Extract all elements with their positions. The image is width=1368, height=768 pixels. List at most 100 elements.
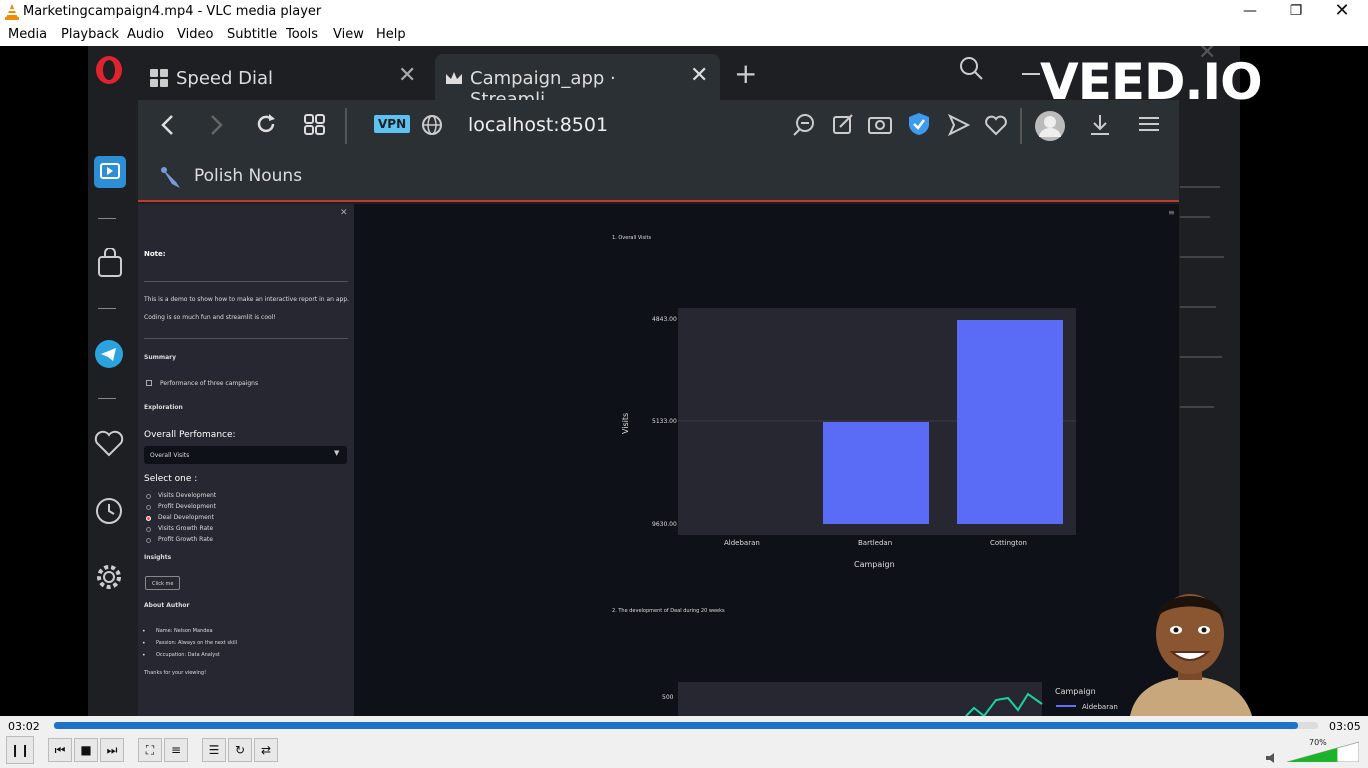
bookmark-polish-nouns[interactable]: Polish Nouns xyxy=(194,166,302,186)
playlist-button[interactable]: ☰ xyxy=(202,738,226,762)
tab-speed-dial-label: Speed Dial xyxy=(176,68,274,89)
favorites-heart-icon[interactable] xyxy=(984,114,1008,136)
adblock-shield-icon[interactable] xyxy=(908,112,930,136)
next-button[interactable]: ⏭ xyxy=(100,738,124,762)
volume-percentage: 70% xyxy=(1309,738,1327,747)
tab-speed-dial[interactable]: Speed Dial ✕ xyxy=(138,54,430,100)
browser-minimize-icon[interactable] xyxy=(1022,73,1040,75)
divider xyxy=(98,398,116,399)
restore-button[interactable]: ❐ xyxy=(1273,0,1319,24)
veed-watermark: VEED.IO xyxy=(1040,53,1263,111)
player-controls: 03:02 03:05 ❙❙ ⏮ ■ ⏭ ⛶ ≡ ☰ ↻ ⇄ 70% xyxy=(0,716,1368,768)
y-axis-label: Visits xyxy=(621,413,630,434)
menu-help[interactable]: Help xyxy=(376,27,406,42)
overlay-line xyxy=(1180,256,1224,258)
presenter-avatar xyxy=(1130,594,1252,716)
settings-gear-icon[interactable] xyxy=(94,562,124,592)
bar-cottington xyxy=(957,320,1063,524)
toolbar-separator xyxy=(345,108,347,144)
speed-dial-icon xyxy=(150,69,168,87)
extended-settings-button[interactable]: ≡ xyxy=(164,738,188,762)
chart2-legend-title: Campaign xyxy=(1055,687,1096,696)
tab-campaign-app[interactable]: Campaign_app · Streamli ✕ xyxy=(435,54,720,110)
title-bar: Marketingcampaign4.mp4 - VLC media playe… xyxy=(0,0,1368,24)
heart-icon[interactable] xyxy=(94,429,124,457)
menu-tools[interactable]: Tools xyxy=(286,27,318,42)
shopping-bag-icon[interactable] xyxy=(96,248,124,278)
speaker-icon[interactable] xyxy=(1265,752,1279,764)
streamlit-page: ✕ Note: This is a demo to show how to ma… xyxy=(138,204,1179,716)
total-time: 03:05 xyxy=(1329,720,1361,733)
menu-audio[interactable]: Audio xyxy=(127,27,164,42)
vpn-badge[interactable]: VPN xyxy=(374,115,411,133)
bookmark-bird-icon xyxy=(161,167,180,188)
bar-chart-overall-visits: 4843.00 5133.00 9630.00 Aldebaran Bartle… xyxy=(621,308,1118,716)
close-button[interactable]: ✕ xyxy=(1319,0,1365,24)
tab-close-icon[interactable]: ✕ xyxy=(398,63,416,88)
download-icon[interactable] xyxy=(1088,113,1112,137)
fullscreen-button[interactable]: ⛶ xyxy=(138,738,162,762)
avatar-pupil xyxy=(1173,627,1179,633)
browser-toolbar: VPN localhost:8501 xyxy=(138,100,1179,152)
overlay-line xyxy=(1180,306,1216,308)
globe-icon[interactable] xyxy=(421,114,443,136)
snapshot-camera-icon[interactable] xyxy=(868,114,892,134)
x-tick-label: Bartledan xyxy=(858,539,892,547)
address-field[interactable]: localhost:8501 xyxy=(468,114,608,136)
seek-bar-fill xyxy=(54,722,1298,729)
easy-setup-icon[interactable] xyxy=(1138,114,1160,134)
vlc-cone-icon xyxy=(5,4,19,20)
menu-subtitle[interactable]: Subtitle xyxy=(227,27,277,42)
tabs-grid-icon[interactable] xyxy=(304,114,326,136)
y-tick-label: 9630.00 xyxy=(652,521,677,528)
menu-playback[interactable]: Playback xyxy=(61,27,119,42)
avatar-shirt xyxy=(1130,676,1252,716)
reload-icon[interactable] xyxy=(254,112,278,136)
recorded-browser: Speed Dial ✕ Campaign_app · Streamli ✕ +… xyxy=(88,46,1240,716)
opera-sidebar xyxy=(88,46,138,716)
x-tick-label: Aldebaran xyxy=(724,539,760,547)
volume-slider[interactable]: 70% xyxy=(1286,738,1360,763)
background-code-overlay xyxy=(1180,156,1240,456)
new-tab-icon[interactable]: + xyxy=(734,60,757,88)
previous-button[interactable]: ⏮ xyxy=(48,738,72,762)
menu-video[interactable]: Video xyxy=(177,27,213,42)
overlay-line xyxy=(1180,186,1220,188)
pause-button[interactable]: ❙❙ xyxy=(6,736,34,764)
menu-media[interactable]: Media xyxy=(8,27,47,42)
seek-bar[interactable] xyxy=(54,722,1318,729)
video-area[interactable]: Speed Dial ✕ Campaign_app · Streamli ✕ +… xyxy=(0,46,1368,716)
bookmarks-bar: Polish Nouns xyxy=(138,152,1179,202)
toolbar-separator xyxy=(1020,108,1022,144)
overlay-line xyxy=(1180,406,1214,408)
x-tick-label: Cottington xyxy=(990,539,1027,547)
forward-icon[interactable] xyxy=(206,113,226,137)
search-tabs-icon[interactable] xyxy=(959,56,985,82)
loop-button[interactable]: ↻ xyxy=(228,738,252,762)
divider xyxy=(98,308,116,309)
zoom-icon[interactable] xyxy=(792,113,816,137)
chart2-y-tick-label: 500 xyxy=(662,694,674,701)
opera-logo-icon xyxy=(96,56,122,84)
window-title: Marketingcampaign4.mp4 - VLC media playe… xyxy=(23,4,322,19)
history-clock-icon[interactable] xyxy=(94,496,124,526)
y-tick-label: 5133.00 xyxy=(652,418,677,425)
menu-bar: Media Playback Audio Video Subtitle Tool… xyxy=(0,24,1368,46)
chart2-legend-item: Aldebaran xyxy=(1082,703,1118,711)
send-icon[interactable] xyxy=(948,114,970,136)
y-tick-label: 4843.00 xyxy=(652,316,677,323)
divider xyxy=(98,218,116,219)
minimize-button[interactable]: — xyxy=(1227,0,1273,24)
overlay-line xyxy=(1180,216,1210,218)
back-icon[interactable] xyxy=(158,113,178,137)
telegram-icon[interactable] xyxy=(94,339,124,369)
profile-avatar-icon[interactable] xyxy=(1034,110,1066,142)
x-axis-label: Campaign xyxy=(854,560,895,569)
video-player-icon[interactable] xyxy=(92,154,128,190)
tab-close-icon[interactable]: ✕ xyxy=(690,63,708,88)
menu-view[interactable]: View xyxy=(333,27,364,42)
elapsed-time: 03:02 xyxy=(8,720,40,733)
shuffle-button[interactable]: ⇄ xyxy=(254,738,278,762)
edit-icon[interactable] xyxy=(832,113,854,135)
stop-button[interactable]: ■ xyxy=(74,738,98,762)
